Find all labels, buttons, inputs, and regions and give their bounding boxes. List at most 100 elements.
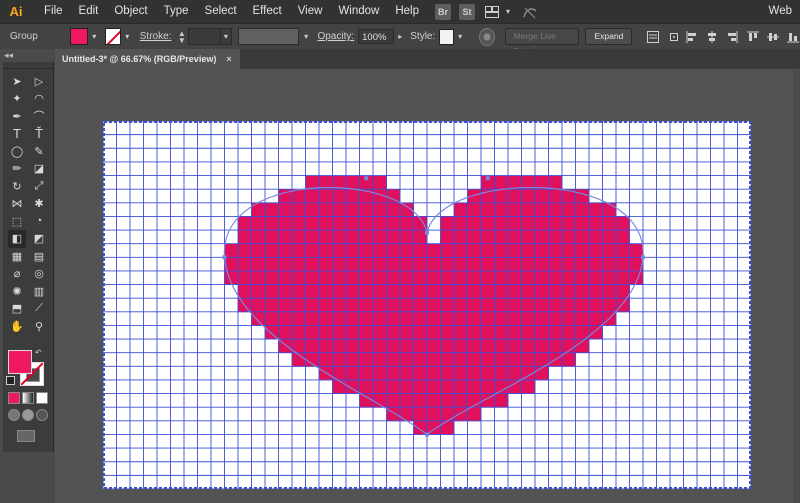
heart-cell[interactable] (494, 311, 509, 326)
heart-cell[interactable] (292, 298, 306, 313)
heart-cell[interactable] (427, 270, 441, 285)
heart-cell[interactable] (467, 379, 482, 394)
align-left-icon[interactable] (685, 29, 699, 45)
heart-cell[interactable] (413, 243, 428, 258)
stock-button[interactable]: St (459, 3, 475, 20)
heart-cell[interactable] (494, 379, 509, 394)
align-top-icon[interactable] (745, 29, 759, 45)
heart-cell[interactable] (427, 243, 441, 258)
workspace-switcher[interactable]: Web (769, 0, 792, 23)
heart-cell[interactable] (359, 366, 374, 381)
heart-cell[interactable] (454, 216, 468, 231)
heart-cell[interactable] (521, 270, 536, 285)
heart-cell[interactable] (589, 243, 603, 258)
heart-cell[interactable] (359, 270, 374, 285)
heart-cell[interactable] (494, 243, 509, 258)
heart-cell[interactable] (562, 270, 576, 285)
heart-cell[interactable] (319, 325, 333, 340)
heart-cell[interactable] (265, 230, 279, 245)
heart-cell[interactable] (400, 257, 414, 272)
heart-cell[interactable] (278, 325, 293, 340)
heart-cell[interactable] (562, 202, 576, 217)
heart-cell[interactable] (292, 270, 306, 285)
heart-cell[interactable] (238, 257, 252, 272)
curvature-tool-icon[interactable]: ⌒ (30, 107, 48, 125)
heart-cell[interactable] (481, 311, 495, 326)
heart-cell[interactable] (616, 298, 630, 313)
heart-cell[interactable] (359, 202, 374, 217)
heart-cell[interactable] (548, 216, 563, 231)
heart-cell[interactable] (562, 325, 576, 340)
heart-cell[interactable] (305, 311, 320, 326)
blend-tool-icon[interactable]: ◎ (30, 265, 48, 283)
heart-cell[interactable] (467, 325, 482, 340)
touch-type-tool-icon[interactable]: Ť (30, 125, 48, 143)
heart-cell[interactable] (535, 243, 549, 258)
heart-cell[interactable] (386, 284, 401, 299)
heart-cell[interactable] (521, 352, 536, 367)
align-middle-icon[interactable] (766, 29, 780, 45)
heart-cell[interactable] (427, 298, 441, 313)
heart-cell[interactable] (319, 298, 333, 313)
heart-cell[interactable] (400, 230, 414, 245)
heart-cell[interactable] (278, 216, 293, 231)
heart-cell[interactable] (359, 257, 374, 272)
heart-cell[interactable] (400, 311, 414, 326)
heart-cell[interactable] (292, 189, 306, 204)
heart-cell[interactable] (616, 230, 630, 245)
heart-cell[interactable] (440, 311, 455, 326)
heart-cell[interactable] (400, 352, 414, 367)
live-paint-bucket-tool-icon[interactable]: ◧ (8, 229, 26, 248)
heart-cell[interactable] (548, 284, 563, 299)
hand-tool-icon[interactable]: ✋ (8, 317, 26, 335)
heart-cell[interactable] (440, 339, 455, 354)
heart-cell[interactable] (467, 270, 482, 285)
chevron-down-icon[interactable]: ▾ (503, 7, 513, 16)
chevron-down-icon[interactable]: ▾ (90, 32, 99, 41)
heart-cell[interactable] (548, 311, 563, 326)
stroke-label[interactable]: Stroke: (140, 31, 172, 42)
heart-cell[interactable] (508, 379, 522, 394)
heart-cell[interactable] (373, 379, 387, 394)
heart-cell[interactable] (508, 189, 522, 204)
heart-cell[interactable] (346, 189, 360, 204)
heart-cell[interactable] (413, 311, 428, 326)
heart-cell[interactable] (494, 284, 509, 299)
heart-cell[interactable] (521, 257, 536, 272)
menu-object[interactable]: Object (106, 0, 155, 23)
heart-cell[interactable] (265, 270, 279, 285)
free-transform-tool-icon[interactable]: ⬚ (8, 212, 26, 230)
heart-cell[interactable] (292, 216, 306, 231)
slice-tool-icon[interactable]: ⟋ (30, 300, 48, 318)
heart-cell[interactable] (278, 298, 293, 313)
heart-cell[interactable] (454, 230, 468, 245)
heart-cell[interactable] (535, 270, 549, 285)
heart-cell[interactable] (373, 270, 387, 285)
heart-cell[interactable] (359, 230, 374, 245)
heart-cell[interactable] (386, 298, 401, 313)
heart-cell[interactable] (575, 311, 590, 326)
heart-cell[interactable] (251, 216, 266, 231)
heart-cell[interactable] (305, 270, 320, 285)
draw-inside-icon[interactable] (36, 409, 48, 421)
heart-cell[interactable] (386, 339, 401, 354)
heart-cell[interactable] (440, 325, 455, 340)
heart-cell[interactable] (440, 257, 455, 272)
heart-cell[interactable] (467, 216, 482, 231)
screen-mode-icon[interactable] (17, 430, 35, 442)
heart-cell[interactable] (278, 230, 293, 245)
heart-cell[interactable] (602, 298, 617, 313)
heart-cell[interactable] (400, 243, 414, 258)
heart-cell[interactable] (332, 311, 347, 326)
heart-cell[interactable] (305, 339, 320, 354)
heart-cell[interactable] (454, 339, 468, 354)
heart-cell[interactable] (373, 339, 387, 354)
heart-cell[interactable] (508, 270, 522, 285)
heart-cell[interactable] (589, 298, 603, 313)
heart-cell[interactable] (521, 379, 536, 394)
color-mode-icon[interactable] (8, 392, 20, 404)
document-tab[interactable]: Untitled-3* @ 66.67% (RGB/Preview) × (55, 49, 240, 69)
heart-cell[interactable] (373, 325, 387, 340)
heart-cell[interactable] (305, 284, 320, 299)
zoom-tool-icon[interactable]: ⚲ (30, 317, 48, 335)
